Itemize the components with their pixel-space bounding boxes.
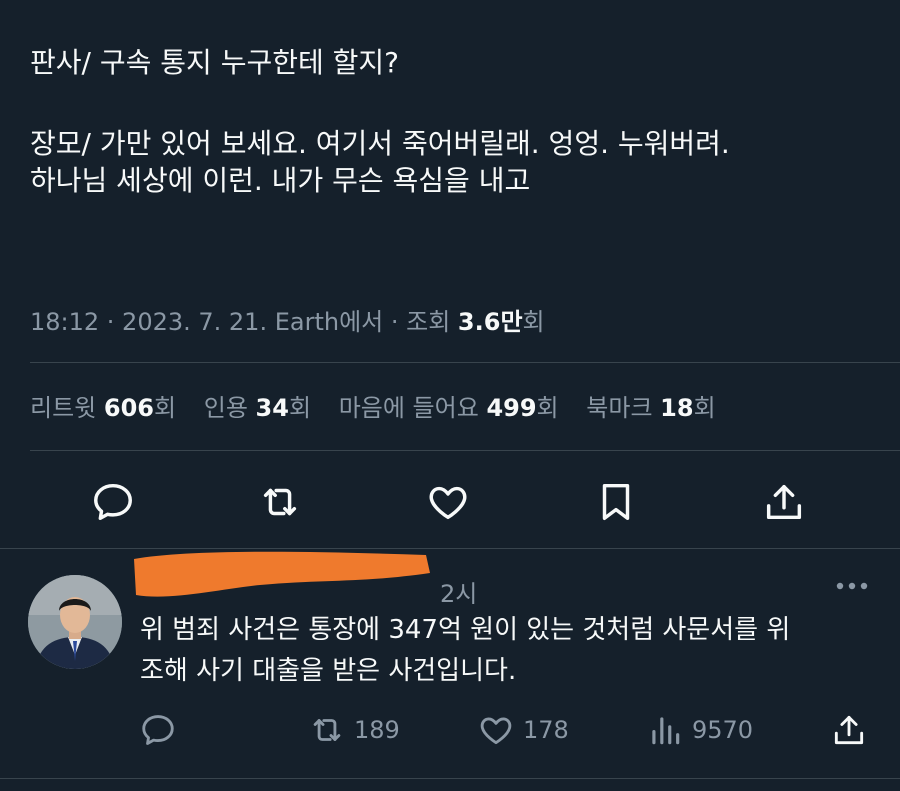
reply-button[interactable] xyxy=(89,478,137,526)
more-options-button[interactable] xyxy=(832,572,872,600)
reply-retweet-count: 189 xyxy=(354,716,400,744)
tweet-line: 판사/ 구속 통지 누구한테 할지? xyxy=(30,46,400,79)
like-stat[interactable]: 마음에 들어요 499회 xyxy=(339,394,559,422)
stat-value: 499 xyxy=(486,394,537,422)
tweet-time[interactable]: 18:12 · 2023. 7. 21. Earth에서 · 조회 xyxy=(30,308,450,336)
retweet-button[interactable] xyxy=(256,478,304,526)
tweet-meta: 18:12 · 2023. 7. 21. Earth에서 · 조회 3.6만회 xyxy=(30,302,545,337)
reply-icon xyxy=(142,715,174,745)
share-icon xyxy=(766,484,802,520)
redacted-username xyxy=(130,543,430,603)
reply-like-count: 178 xyxy=(523,716,569,744)
bookmark-stat[interactable]: 북마크 18회 xyxy=(586,394,715,422)
stat-label: 마음에 들어요 xyxy=(338,394,479,422)
reply-line: 조해 사기 대출을 받은 사건입니다. xyxy=(140,656,517,686)
avatar-image xyxy=(28,575,122,669)
reply-views-button[interactable]: 9570 xyxy=(646,710,753,750)
retweet-icon xyxy=(313,719,341,741)
tweet-stats: 리트윗 606회 인용 34회 마음에 들어요 499회 북마크 18회 xyxy=(30,388,736,423)
view-count: 3.6만 xyxy=(457,308,523,336)
bookmark-button[interactable] xyxy=(592,478,640,526)
avatar[interactable] xyxy=(28,575,122,669)
stat-value: 18 xyxy=(660,394,694,422)
tweet-text: 판사/ 구속 통지 누구한테 할지? 장모/ 가만 있어 보세요. 여기서 죽어… xyxy=(30,44,880,199)
stat-label: 북마크 xyxy=(586,394,653,422)
reply-line: 위 범죄 사건은 통장에 347억 원이 있는 것처럼 사문서를 위 xyxy=(140,615,791,645)
like-button[interactable] xyxy=(424,478,472,526)
tweet-line: 장모/ 가만 있어 보세요. 여기서 죽어버릴래. 엉엉. 누워버려. xyxy=(30,127,730,160)
bookmark-icon xyxy=(602,483,630,521)
reply-view-count: 9570 xyxy=(692,716,754,744)
heart-icon xyxy=(429,486,467,520)
tweet-line: 하나님 세상에 이런. 내가 무슨 욕심을 내고 xyxy=(30,164,531,197)
stat-suffix: 회 xyxy=(288,394,312,422)
stat-label: 인용 xyxy=(203,394,248,422)
reply-retweet-button[interactable]: 189 xyxy=(308,710,400,750)
stat-label: 리트윗 xyxy=(30,394,97,422)
reply-like-button[interactable]: 178 xyxy=(477,710,569,750)
view-suffix: 회 xyxy=(522,308,545,336)
more-icon xyxy=(836,582,868,590)
retweet-stat[interactable]: 리트윗 606회 xyxy=(30,394,176,422)
reply-icon xyxy=(94,483,132,521)
stat-suffix: 회 xyxy=(536,394,559,422)
reply-text: 위 범죄 사건은 통장에 347억 원이 있는 것처럼 사문서를 위 조해 사기… xyxy=(140,610,880,692)
reply-share-button[interactable] xyxy=(830,710,876,750)
views-icon xyxy=(652,717,680,745)
redaction-scribble xyxy=(134,551,430,597)
reply-reply-button[interactable] xyxy=(139,710,185,750)
divider xyxy=(30,362,900,363)
stat-value: 34 xyxy=(255,394,289,422)
divider xyxy=(30,450,900,451)
reply-time[interactable]: 2시 xyxy=(440,574,477,609)
retweet-icon xyxy=(263,488,297,516)
heart-icon xyxy=(480,717,512,745)
share-button[interactable] xyxy=(760,478,808,526)
share-icon xyxy=(834,715,864,745)
stat-suffix: 회 xyxy=(693,394,716,422)
divider xyxy=(0,778,900,779)
stat-suffix: 회 xyxy=(154,394,177,422)
stat-value: 606 xyxy=(103,394,154,422)
quote-stat[interactable]: 인용 34회 xyxy=(204,394,311,422)
